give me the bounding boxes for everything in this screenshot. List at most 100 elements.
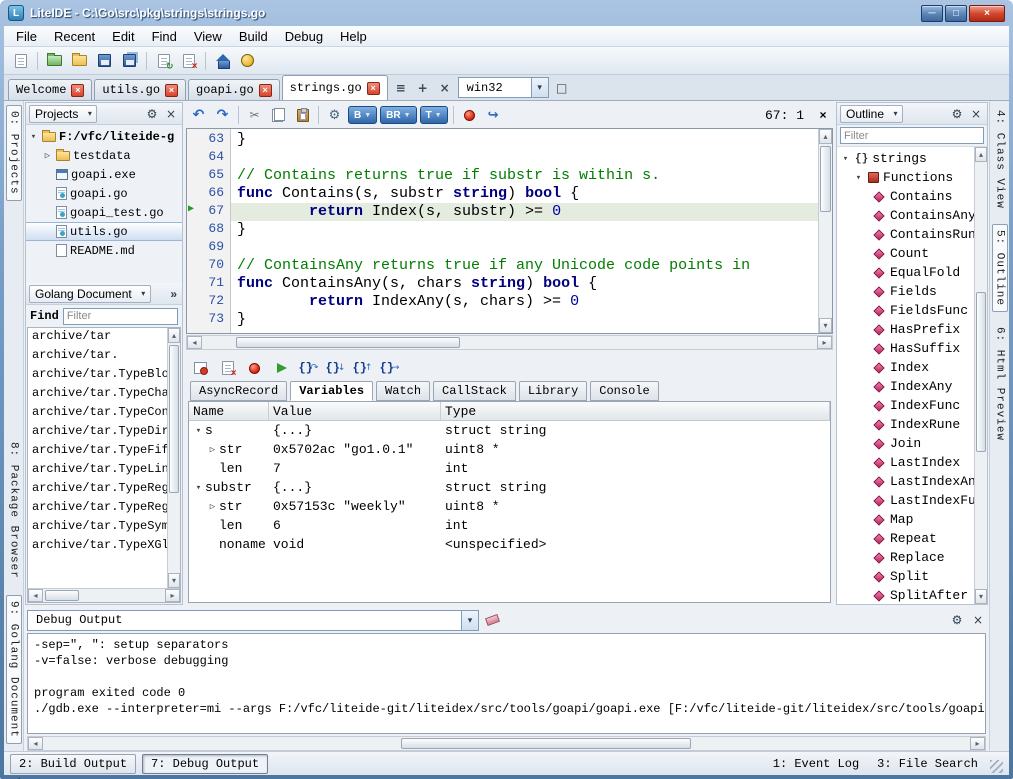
liteide-options-icon[interactable] xyxy=(237,50,258,71)
line-number[interactable]: 63 xyxy=(187,131,230,149)
debug-tab-console[interactable]: Console xyxy=(590,381,658,401)
clear-output-icon[interactable] xyxy=(484,612,500,628)
line-number[interactable]: 64 xyxy=(187,149,230,167)
expanded-icon[interactable]: ▾ xyxy=(840,154,851,164)
code-line[interactable]: // Contains returns true if substr is wi… xyxy=(231,167,818,185)
debug-tab-callstack[interactable]: CallStack xyxy=(433,381,516,401)
scroll-right-icon[interactable]: ▸ xyxy=(165,589,180,602)
tree-item-goapi-test-go[interactable]: goapi_test.go xyxy=(26,203,182,222)
step-over-icon[interactable]: {}↷ xyxy=(298,358,319,379)
status-button-7-debug-output[interactable]: 7: Debug Output xyxy=(142,754,268,774)
outline-item-hassuffix[interactable]: HasSuffix xyxy=(837,339,974,358)
editor-hscrollbar[interactable]: ◂ ▸ xyxy=(186,335,833,350)
side-tab-9-golang-document[interactable]: 9: Golang Document xyxy=(6,595,22,744)
status-button-2-build-output[interactable]: 2: Build Output xyxy=(10,754,136,774)
line-number[interactable]: 73 xyxy=(187,311,230,329)
expanded-icon[interactable]: ▾ xyxy=(853,173,864,183)
tree-item-goapi-exe[interactable]: goapi.exe xyxy=(26,165,182,184)
redo-icon[interactable]: ↷ xyxy=(212,105,233,126)
outline-item-lastindex[interactable]: LastIndex xyxy=(837,453,974,472)
save-all-icon[interactable] xyxy=(119,50,140,71)
tab-close-icon[interactable]: × xyxy=(259,84,272,97)
code-line[interactable]: // ContainsAny returns true if any Unico… xyxy=(231,257,818,275)
tab-close-icon[interactable]: × xyxy=(367,82,380,95)
debug-tab-library[interactable]: Library xyxy=(519,381,587,401)
outline-group-functions[interactable]: ▾Functions xyxy=(837,168,974,187)
tab-close-icon[interactable]: × xyxy=(165,84,178,97)
title-bar[interactable]: L LiteIDE - C:\Go\src\pkg\strings\string… xyxy=(4,0,1009,26)
debug-continue-icon[interactable]: ↪ xyxy=(483,105,504,126)
outline-item-hasprefix[interactable]: HasPrefix xyxy=(837,320,974,339)
outline-item-index[interactable]: Index xyxy=(837,358,974,377)
overflow-chevrons-icon[interactable]: » xyxy=(168,287,179,301)
outline-root[interactable]: ▾{}strings xyxy=(837,149,974,168)
doc-list-item[interactable]: archive/tar.TypeFif xyxy=(28,443,167,462)
paste-icon[interactable] xyxy=(292,105,313,126)
panel-close-icon[interactable]: × xyxy=(970,612,986,628)
scrollbar-track[interactable] xyxy=(975,162,987,589)
tab-welcome[interactable]: Welcome× xyxy=(8,79,92,100)
line-number[interactable]: 66 xyxy=(187,185,230,203)
scroll-left-icon[interactable]: ◂ xyxy=(187,336,202,349)
tree-item-utils-go[interactable]: utils.go xyxy=(26,222,182,241)
code-line[interactable]: } xyxy=(231,311,818,329)
scroll-up-icon[interactable]: ▴ xyxy=(819,129,832,144)
close-button[interactable]: × xyxy=(969,5,1005,22)
outline-item-fields[interactable]: Fields xyxy=(837,282,974,301)
outline-item-lastindexfu[interactable]: LastIndexFu xyxy=(837,491,974,510)
column-header-name[interactable]: Name xyxy=(189,402,269,420)
scrollbar-thumb[interactable] xyxy=(169,345,179,493)
side-tab-4-class-view[interactable]: 4: Class View xyxy=(993,105,1007,214)
tab-strings-go[interactable]: strings.go× xyxy=(282,75,388,100)
scroll-up-icon[interactable]: ▴ xyxy=(975,147,987,162)
tree-item-readme-md[interactable]: README.md xyxy=(26,241,182,260)
variable-row[interactable]: len6int xyxy=(189,516,830,535)
editor-vscrollbar[interactable]: ▴ ▾ xyxy=(818,129,832,333)
code-line[interactable]: } xyxy=(231,221,818,239)
menu-help[interactable]: Help xyxy=(332,27,375,46)
combo-arrow-icon[interactable]: ▾ xyxy=(461,611,478,630)
home-icon[interactable] xyxy=(212,50,233,71)
expanded-icon[interactable]: ▾ xyxy=(28,132,39,142)
outline-item-equalfold[interactable]: EqualFold xyxy=(837,263,974,282)
doc-list-item[interactable]: archive/tar.TypeReg xyxy=(28,481,167,500)
tree-item-f-vfc-liteide-g[interactable]: ▾F:/vfc/liteide-g xyxy=(26,127,182,146)
line-number[interactable]: 72 xyxy=(187,293,230,311)
open-folder-icon[interactable] xyxy=(44,50,65,71)
doc-list-item[interactable]: archive/tar xyxy=(28,329,167,348)
collapsed-icon[interactable]: ▷ xyxy=(207,502,218,512)
outline-item-count[interactable]: Count xyxy=(837,244,974,263)
code-line[interactable]: func Contains(s, substr string) bool { xyxy=(231,185,818,203)
document-combo[interactable]: Golang Document ▾ xyxy=(29,285,151,303)
panel-menu-gear-icon[interactable]: ⚙ xyxy=(949,106,965,122)
variable-row[interactable]: ▷str0x57153c "weekly"uint8 * xyxy=(189,497,830,516)
clear-output-icon[interactable] xyxy=(217,358,238,379)
scroll-down-icon[interactable]: ▾ xyxy=(819,318,832,333)
expanded-icon[interactable]: ▾ xyxy=(193,483,204,493)
tab-close-icon[interactable]: × xyxy=(71,84,84,97)
outline-vscrollbar[interactable]: ▴ ▾ xyxy=(974,147,987,604)
doc-list-item[interactable]: archive/tar.TypeCon xyxy=(28,405,167,424)
code-line[interactable] xyxy=(231,239,818,257)
open-project-icon[interactable] xyxy=(69,50,90,71)
panel-close-icon[interactable]: × xyxy=(968,106,984,122)
doc-list-item[interactable]: archive/tar. xyxy=(28,348,167,367)
scrollbar-thumb[interactable] xyxy=(401,738,691,749)
outline-item-indexrune[interactable]: IndexRune xyxy=(837,415,974,434)
doc-list-item[interactable]: archive/tar.TypeXGl xyxy=(28,538,167,557)
combo-arrow-icon[interactable]: ▾ xyxy=(531,78,548,97)
target-platform-combo[interactable]: win32 ▾ xyxy=(458,77,549,98)
code-line[interactable]: } xyxy=(231,131,818,149)
variable-row[interactable]: ▾substr{...}struct string xyxy=(189,478,830,497)
variable-row[interactable]: nonamevoid<unspecified> xyxy=(189,535,830,554)
outline-filter-input[interactable] xyxy=(840,127,984,144)
status-label-1-event-log[interactable]: 1: Event Log xyxy=(767,755,865,773)
save-file-icon[interactable] xyxy=(94,50,115,71)
doc-list-item[interactable]: archive/tar.TypeDir xyxy=(28,424,167,443)
step-out-icon[interactable]: {}↑ xyxy=(352,358,373,379)
code-line[interactable]: return Index(s, substr) >= 0 xyxy=(231,203,818,221)
close-editor-icon[interactable]: × xyxy=(815,108,831,122)
projects-combo[interactable]: Projects ▾ xyxy=(29,105,97,123)
line-number-gutter[interactable]: 63646566▶67686970717273 xyxy=(187,129,231,333)
maximize-button[interactable]: □ xyxy=(945,5,967,22)
